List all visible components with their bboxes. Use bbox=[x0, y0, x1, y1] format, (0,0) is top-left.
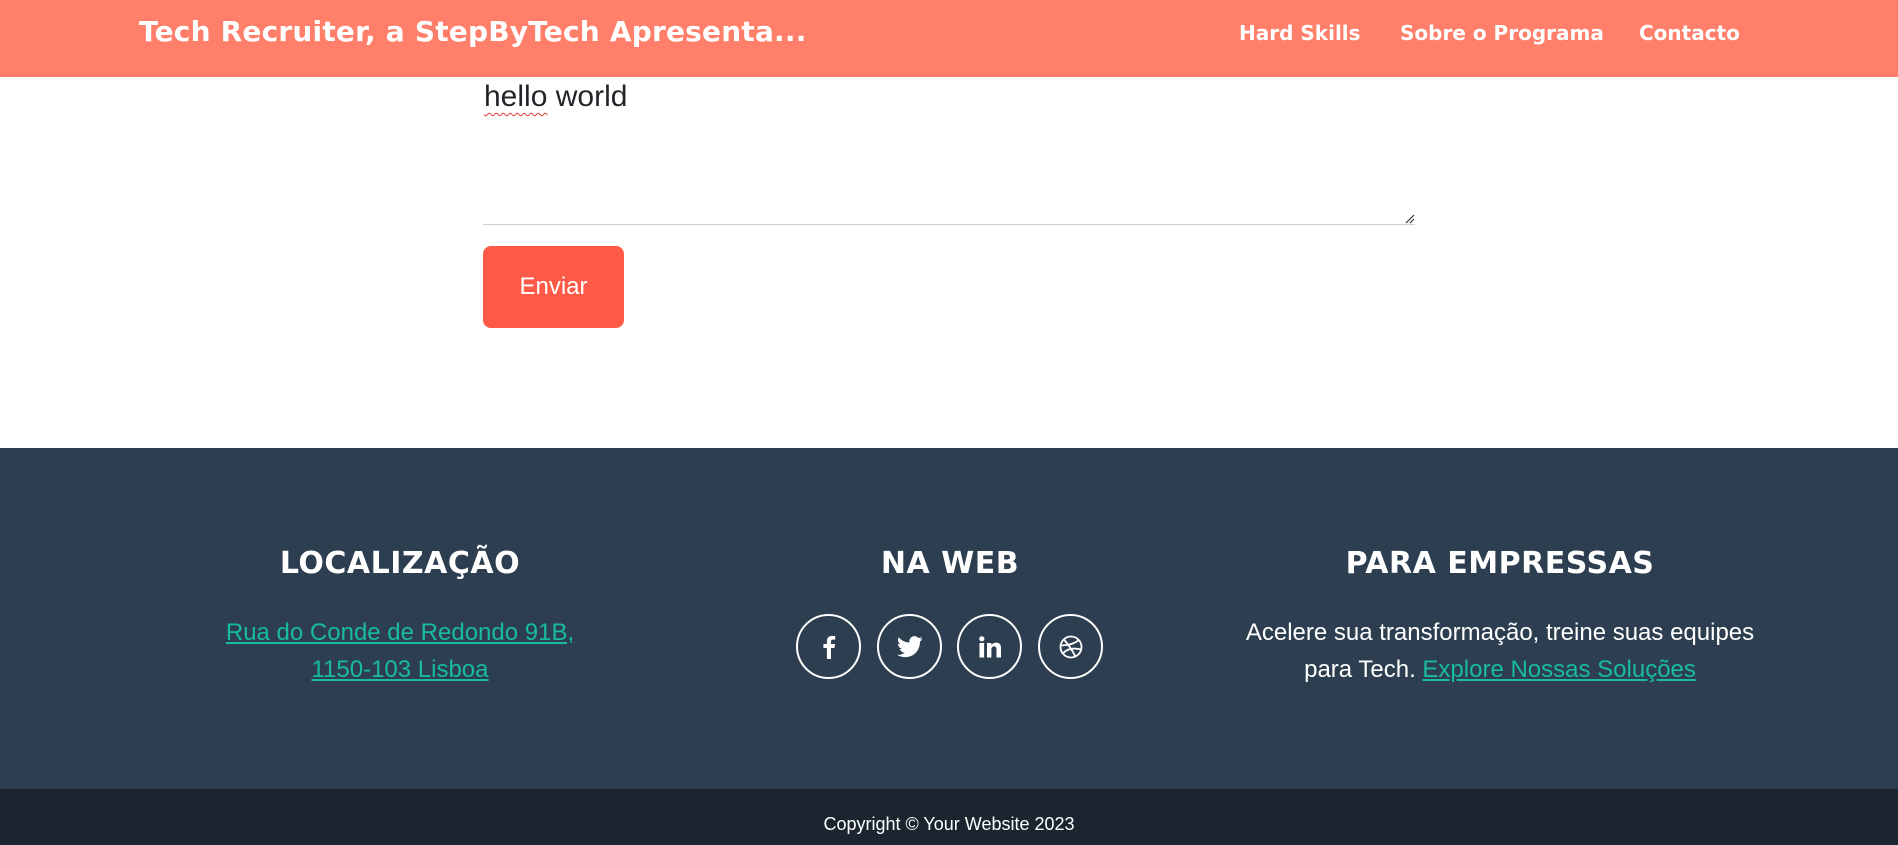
submit-button[interactable]: Enviar bbox=[483, 246, 624, 328]
nav-link-sobre-o-programa[interactable]: Sobre o Programa bbox=[1400, 20, 1604, 46]
navbar: Tech Recruiter, a StepByTech Apresenta..… bbox=[0, 0, 1898, 77]
message-textarea[interactable]: hello world bbox=[483, 77, 1415, 225]
copyright-bar: Copyright © Your Website 2023 bbox=[0, 789, 1898, 845]
footer-companies-text: Acelere sua transformação, treine suas e… bbox=[1240, 614, 1760, 688]
address-link-line1[interactable]: Rua do Conde de Redondo 91B, bbox=[226, 619, 574, 646]
nav-link-contacto[interactable]: Contacto bbox=[1639, 20, 1740, 46]
resize-handle-icon[interactable] bbox=[1404, 213, 1415, 224]
footer-address: Rua do Conde de Redondo 91B, 1150-103 Li… bbox=[210, 614, 590, 688]
companies-text-prefix: para Tech. bbox=[1304, 656, 1416, 683]
message-text-misspelled: hello bbox=[484, 80, 548, 113]
dribbble-icon[interactable] bbox=[1038, 614, 1103, 679]
footer: LOCALIZAÇÃO Rua do Conde de Redondo 91B,… bbox=[0, 448, 1898, 789]
footer-web-title: NA WEB bbox=[880, 546, 1020, 581]
brand-link[interactable]: Tech Recruiter, a StepByTech Apresenta..… bbox=[139, 14, 807, 50]
address-link-line2[interactable]: 1150-103 Lisboa bbox=[311, 656, 488, 683]
footer-companies-title: PARA EMPRESSAS bbox=[1345, 546, 1655, 581]
facebook-icon[interactable] bbox=[796, 614, 861, 679]
message-text-rest: world bbox=[547, 80, 628, 113]
twitter-icon[interactable] bbox=[877, 614, 942, 679]
companies-text-line1: Acelere sua transformação, treine suas e… bbox=[1245, 619, 1755, 646]
copyright-text: Copyright © Your Website 2023 bbox=[823, 814, 1075, 834]
linkedin-icon[interactable] bbox=[957, 614, 1022, 679]
footer-location-title: LOCALIZAÇÃO bbox=[279, 546, 521, 581]
explore-solutions-link[interactable]: Explore Nossas Soluções bbox=[1422, 656, 1695, 683]
nav-link-hard-skills[interactable]: Hard Skills bbox=[1239, 20, 1361, 46]
